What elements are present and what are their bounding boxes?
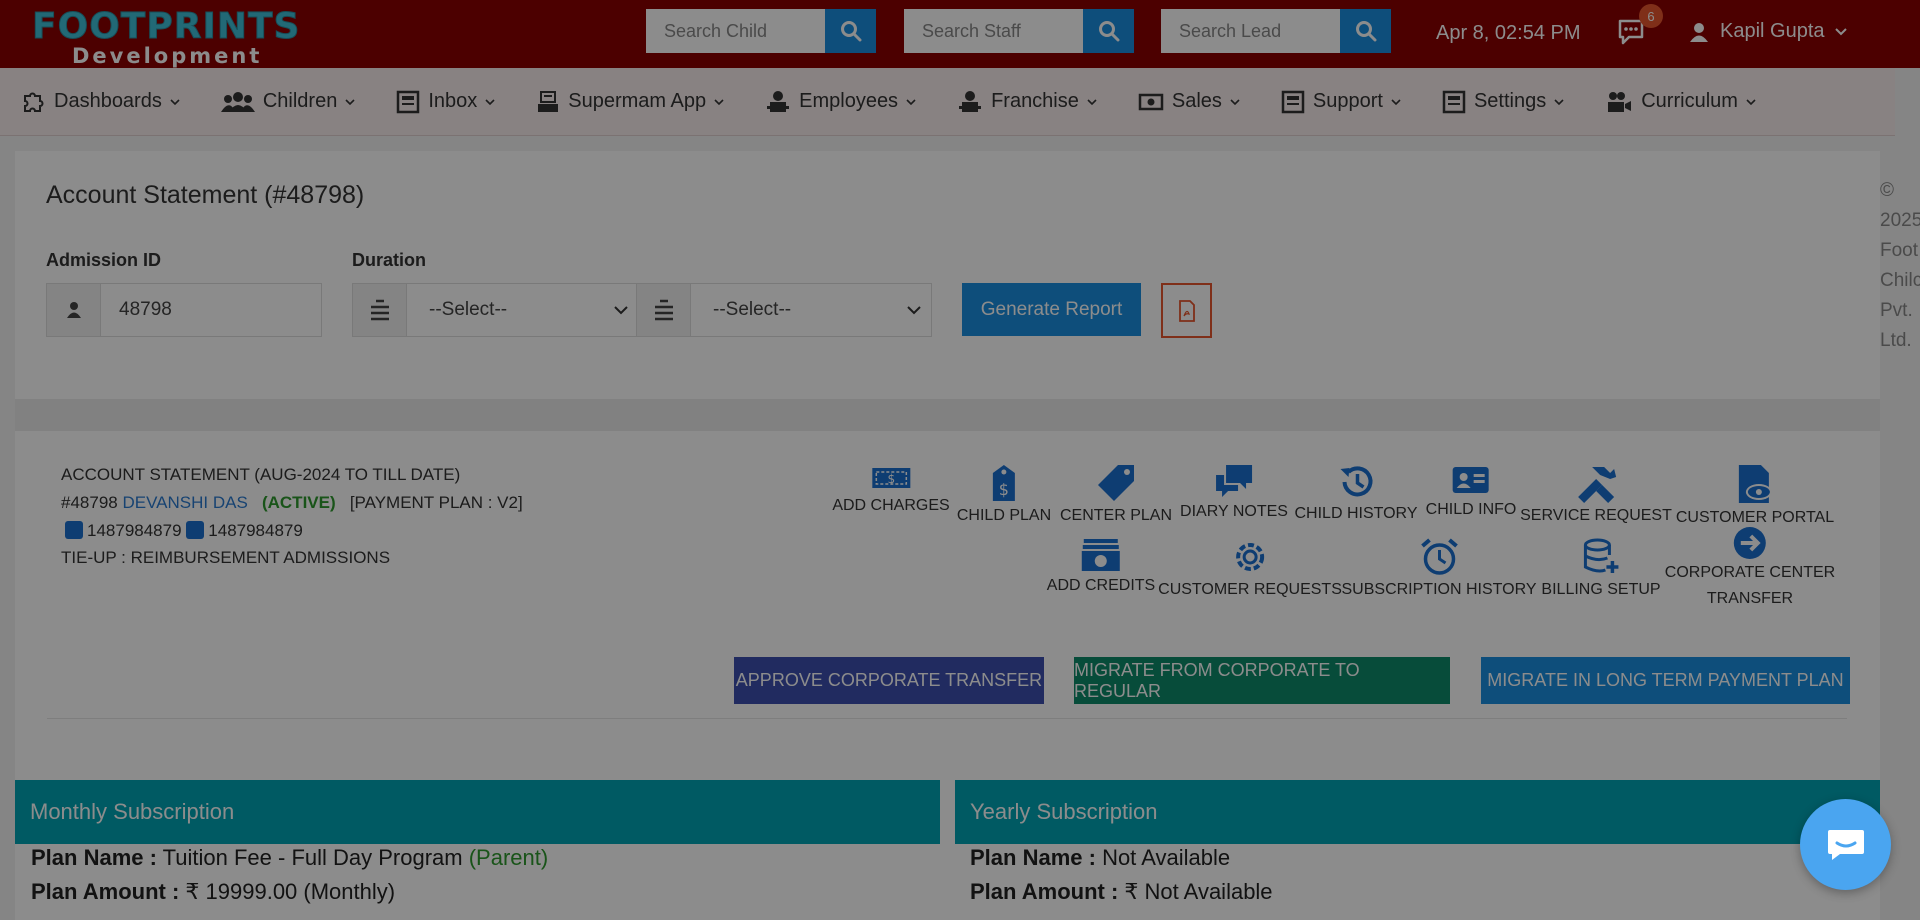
modal-backdrop[interactable]: [0, 0, 1920, 920]
chat-widget-button[interactable]: [1800, 799, 1891, 890]
chat-bubble-icon: [1827, 829, 1864, 860]
